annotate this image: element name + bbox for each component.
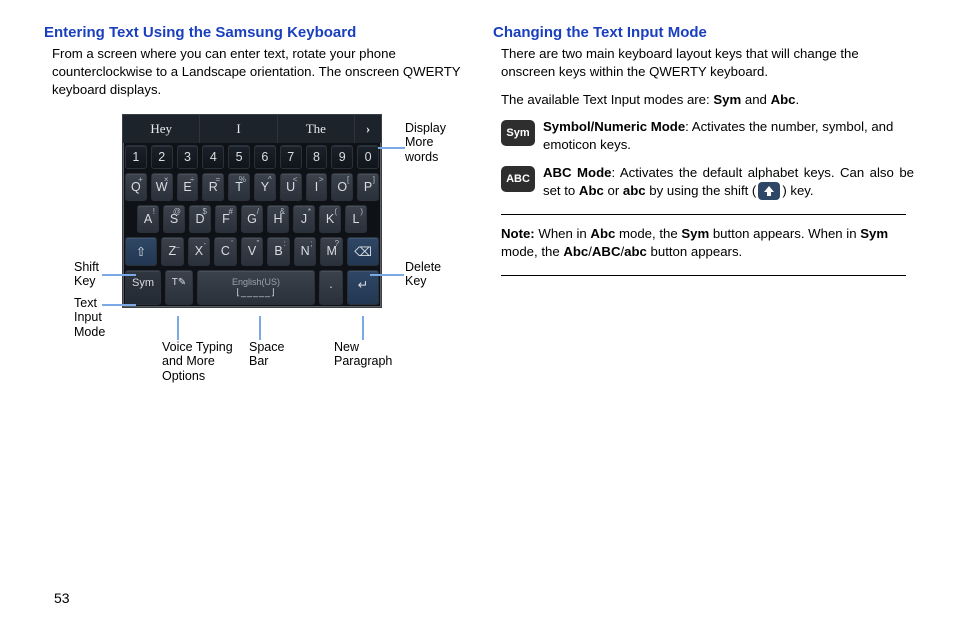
callout-delete-key: DeleteKey — [405, 260, 441, 289]
row-bottom: Sym T✎ English(US) ⌊_____⌋ . ↵ — [123, 268, 381, 307]
callout-text-input-mode: TextInputMode — [74, 296, 105, 339]
space-label: English(US) — [232, 277, 280, 287]
row-zxcv: ⇧ Z_X-C'V"B:N;M? ⌫ — [123, 235, 381, 268]
key-j[interactable]: J* — [293, 205, 315, 233]
separator-2 — [501, 275, 906, 276]
para-entering-text: From a screen where you can enter text, … — [52, 45, 465, 98]
key-l[interactable]: L) — [345, 205, 367, 233]
key-t[interactable]: T% — [228, 173, 250, 201]
key-8[interactable]: 8 — [306, 145, 328, 169]
more-suggestions-icon[interactable]: › — [355, 115, 381, 143]
callout-shift-key: ShiftKey — [74, 260, 99, 289]
callout-voice-more: Voice Typingand MoreOptions — [162, 340, 233, 383]
key-1[interactable]: 1 — [125, 145, 147, 169]
key-9[interactable]: 9 — [331, 145, 353, 169]
key-6[interactable]: 6 — [254, 145, 276, 169]
key-g[interactable]: G/ — [241, 205, 263, 233]
key-4[interactable]: 4 — [202, 145, 224, 169]
mode-sym-row: Sym Symbol/Numeric Mode: Activates the n… — [501, 118, 914, 154]
key-r[interactable]: R= — [202, 173, 224, 201]
key-e[interactable]: E÷ — [177, 173, 199, 201]
para-change-2: The available Text Input modes are: Sym … — [501, 91, 914, 109]
heading-changing-mode: Changing the Text Input Mode — [493, 24, 914, 41]
key-c[interactable]: C' — [214, 237, 237, 266]
key-3[interactable]: 3 — [177, 145, 199, 169]
suggestion-3[interactable]: The — [278, 115, 355, 143]
space-key[interactable]: English(US) ⌊_____⌋ — [197, 270, 315, 305]
key-o[interactable]: O[ — [331, 173, 353, 201]
key-2[interactable]: 2 — [151, 145, 173, 169]
key-x[interactable]: X- — [188, 237, 211, 266]
period-key[interactable]: . — [319, 270, 343, 305]
separator — [501, 214, 906, 215]
voice-options-key[interactable]: T✎ — [165, 270, 193, 305]
key-7[interactable]: 7 — [280, 145, 302, 169]
suggestion-bar: Hey I The › — [123, 115, 381, 143]
key-u[interactable]: U< — [280, 173, 302, 201]
key-i[interactable]: I> — [306, 173, 328, 201]
key-y[interactable]: Y^ — [254, 173, 276, 201]
key-n[interactable]: N; — [294, 237, 317, 266]
key-d[interactable]: D$ — [189, 205, 211, 233]
key-5[interactable]: 5 — [228, 145, 250, 169]
key-w[interactable]: W× — [151, 173, 173, 201]
heading-entering-text: Entering Text Using the Samsung Keyboard — [44, 24, 465, 41]
callout-new-paragraph: NewParagraph — [334, 340, 392, 369]
row-asdf: A!S@D$F#G/H&J*K(L) — [123, 203, 381, 235]
number-row: 1234567890 — [123, 143, 381, 171]
key-m[interactable]: M? — [320, 237, 343, 266]
keyboard-figure: Hey I The › 1234567890 Q+W×E÷R=T%Y^U<I>O… — [122, 114, 392, 308]
key-f[interactable]: F# — [215, 205, 237, 233]
shift-key[interactable]: ⇧ — [125, 237, 157, 266]
callout-space-bar: SpaceBar — [249, 340, 284, 369]
mode-abc-row: ABC ABC Mode: Activates the default alph… — [501, 164, 914, 200]
suggestion-1[interactable]: Hey — [123, 115, 200, 143]
page-number: 53 — [54, 590, 70, 606]
key-h[interactable]: H& — [267, 205, 289, 233]
mode-sym-text: Symbol/Numeric Mode: Activates the numbe… — [543, 118, 914, 154]
abc-badge-icon: ABC — [501, 166, 535, 192]
callout-display-more: DisplayMorewords — [405, 121, 446, 164]
key-z[interactable]: Z_ — [161, 237, 184, 266]
key-v[interactable]: V" — [241, 237, 264, 266]
sym-badge-icon: Sym — [501, 120, 535, 146]
note-text: Note: When in Abc mode, the Sym button a… — [501, 225, 914, 261]
key-p[interactable]: P] — [357, 173, 379, 201]
key-s[interactable]: S@ — [163, 205, 185, 233]
mode-abc-text: ABC Mode: Activates the default alphabet… — [543, 164, 914, 200]
key-q[interactable]: Q+ — [125, 173, 147, 201]
para-change-1: There are two main keyboard layout keys … — [501, 45, 914, 81]
suggestion-2[interactable]: I — [200, 115, 277, 143]
delete-key[interactable]: ⌫ — [347, 237, 379, 266]
shift-inline-icon — [758, 182, 780, 200]
key-k[interactable]: K( — [319, 205, 341, 233]
key-b[interactable]: B: — [267, 237, 290, 266]
row-qwerty: Q+W×E÷R=T%Y^U<I>O[P] — [123, 171, 381, 203]
key-a[interactable]: A! — [137, 205, 159, 233]
key-0[interactable]: 0 — [357, 145, 379, 169]
